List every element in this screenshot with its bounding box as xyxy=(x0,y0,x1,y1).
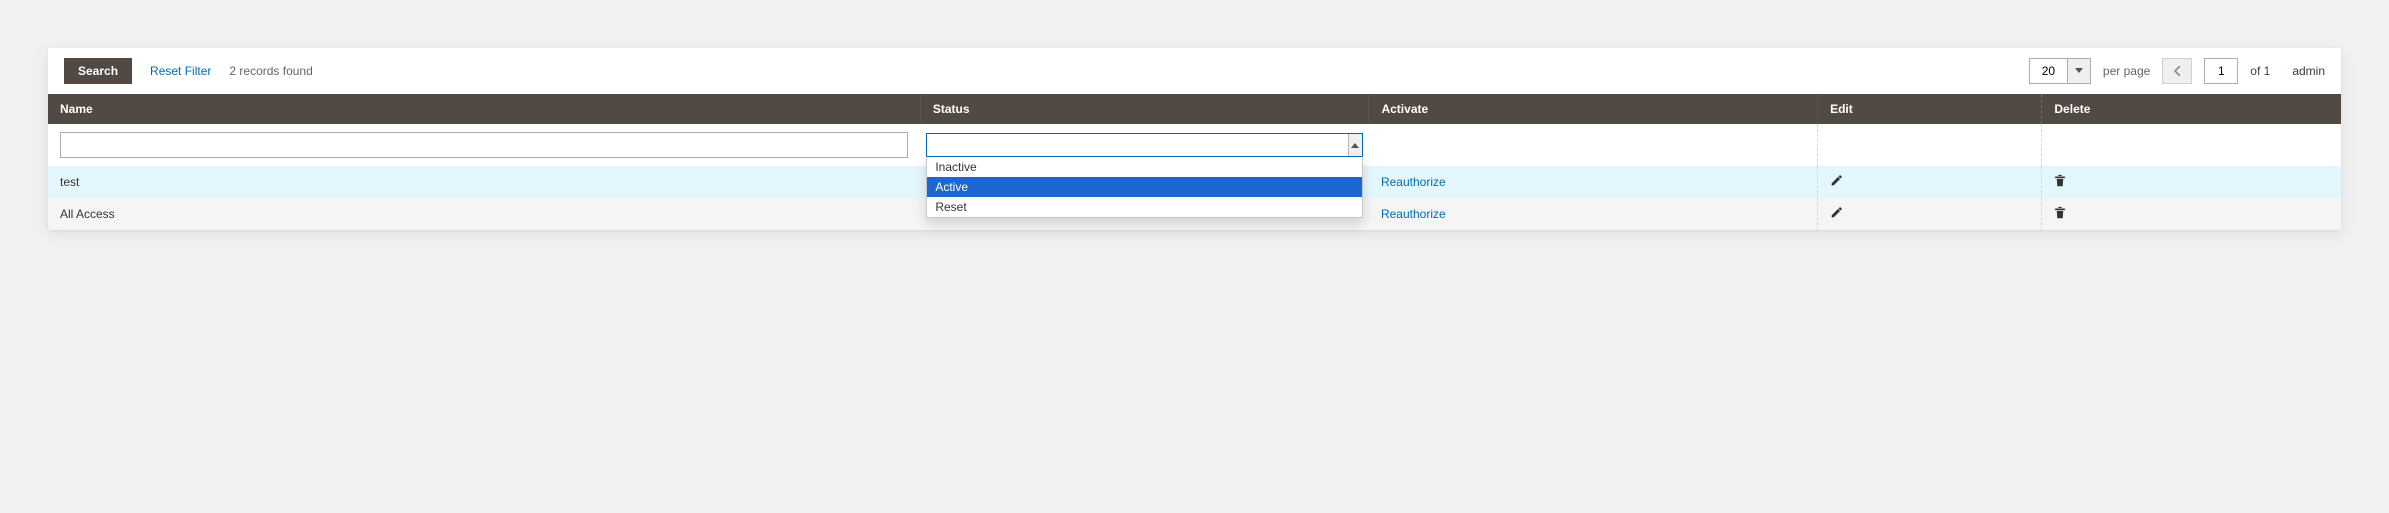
name-filter-input[interactable] xyxy=(60,132,908,158)
caret-up-icon xyxy=(1351,143,1359,148)
col-header-delete: Delete xyxy=(2042,94,2341,124)
per-page-input[interactable] xyxy=(2029,58,2067,84)
page-total-label: of 1 xyxy=(2250,64,2270,78)
pencil-icon xyxy=(1830,206,1843,219)
pager: per page of 1 admin xyxy=(2029,58,2325,84)
status-option-active[interactable]: Active xyxy=(927,177,1362,197)
cell-name: test xyxy=(48,166,920,198)
account-label: admin xyxy=(2292,64,2325,78)
search-button[interactable]: Search xyxy=(64,58,132,84)
status-filter-wrap: Inactive Active Reset xyxy=(926,133,1363,157)
per-page-control xyxy=(2029,58,2091,84)
reauthorize-link[interactable]: Reauthorize xyxy=(1381,207,1446,221)
cell-name: All Access xyxy=(48,198,920,230)
edit-button[interactable] xyxy=(1830,174,1843,187)
reset-filter-link[interactable]: Reset Filter xyxy=(150,64,211,78)
chevron-left-icon xyxy=(2174,66,2181,76)
data-grid: Name Status Activate Edit Delete xyxy=(48,94,2341,230)
toolbar: Search Reset Filter 2 records found per … xyxy=(48,48,2341,94)
status-dropdown[interactable]: Inactive Active Reset xyxy=(926,156,1363,218)
col-header-activate[interactable]: Activate xyxy=(1369,94,1818,124)
delete-button[interactable] xyxy=(2054,206,2066,219)
prev-page-button[interactable] xyxy=(2162,58,2192,84)
edit-button[interactable] xyxy=(1830,206,1843,219)
status-option-inactive[interactable]: Inactive xyxy=(927,157,1362,177)
col-header-edit: Edit xyxy=(1818,94,2042,124)
page-number-input[interactable] xyxy=(2204,58,2238,84)
per-page-dropdown-button[interactable] xyxy=(2067,58,2091,84)
grid-panel: Search Reset Filter 2 records found per … xyxy=(48,48,2341,230)
header-row: Name Status Activate Edit Delete xyxy=(48,94,2341,124)
records-count: 2 records found xyxy=(229,64,312,78)
reauthorize-link[interactable]: Reauthorize xyxy=(1381,175,1446,189)
status-filter-select[interactable] xyxy=(926,133,1363,157)
trash-icon xyxy=(2054,206,2066,219)
delete-button[interactable] xyxy=(2054,174,2066,187)
pencil-icon xyxy=(1830,174,1843,187)
filter-row: Inactive Active Reset xyxy=(48,124,2341,166)
per-page-label: per page xyxy=(2103,64,2150,78)
trash-icon xyxy=(2054,174,2066,187)
status-option-reset[interactable]: Reset xyxy=(927,197,1362,217)
col-header-name[interactable]: Name xyxy=(48,94,920,124)
col-header-status[interactable]: Status xyxy=(920,94,1369,124)
caret-down-icon xyxy=(2075,68,2083,74)
